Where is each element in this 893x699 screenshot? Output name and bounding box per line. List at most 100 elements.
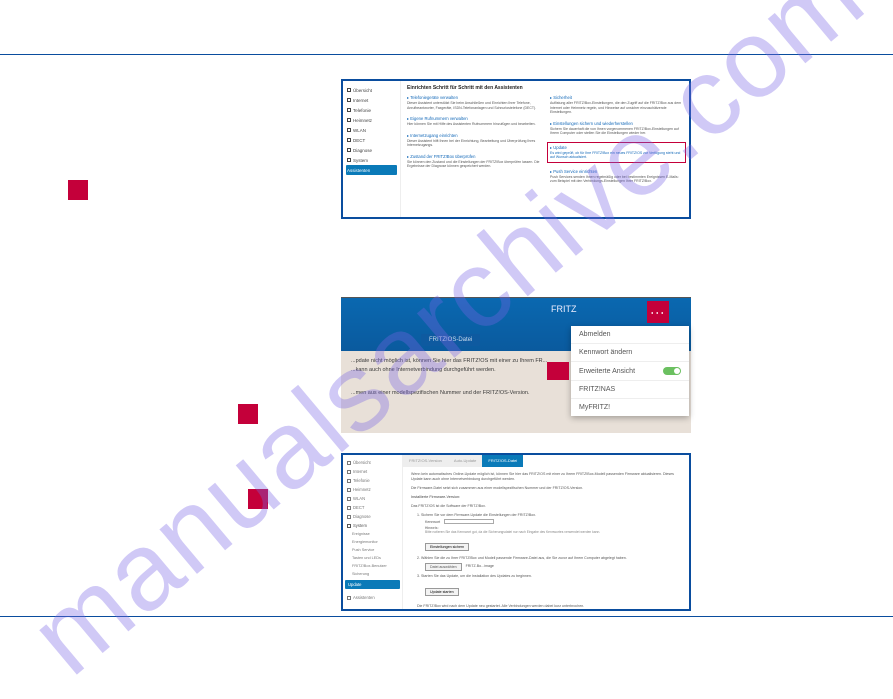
screenshot-wizard-overview: Übersicht Internet Telefonie Heimnetz WL… bbox=[341, 79, 691, 219]
wizard-rufnummern[interactable]: Eigene Rufnummern verwaltenHier können S… bbox=[407, 116, 540, 127]
wizard-desc: Dieser Assistent unterstützt Sie beim An… bbox=[407, 101, 540, 110]
sidebar-item-system[interactable]: System bbox=[346, 155, 397, 165]
sidebar-item-telefonie[interactable]: Telefonie bbox=[346, 105, 397, 115]
wizard-desc: Sichern Sie dauerhaft die von Ihnen vorg… bbox=[550, 127, 683, 136]
sidebar-item-system[interactable]: System bbox=[345, 521, 400, 530]
gear-icon bbox=[347, 158, 351, 162]
sidebar-sub-fritzbox-benutzer[interactable]: FRITZ!Box-Benutzer bbox=[345, 562, 400, 570]
menu-item-label: Abmelden bbox=[579, 331, 611, 338]
wizard-push-service[interactable]: Push Service einrichtenPush Services sen… bbox=[550, 169, 683, 184]
fig1-col-right: SicherheitAuflistung aller FRITZ!Box-Ein… bbox=[550, 95, 683, 190]
menu-item-fritznas[interactable]: FRITZ!NAS bbox=[571, 381, 689, 399]
sidebar-item-diagnose[interactable]: Diagnose bbox=[346, 145, 397, 155]
wizard-internetzugang[interactable]: Internetzugang einrichtenDieser Assisten… bbox=[407, 133, 540, 148]
fig1-col-left: Telefoniegeräte verwaltenDieser Assisten… bbox=[407, 95, 540, 190]
sidebar-item-dect[interactable]: DECT bbox=[345, 503, 400, 512]
kennwort-row: Kennwort bbox=[425, 519, 681, 524]
wizard-desc: Dieser Assistent hilft Ihnen bei der Ein… bbox=[407, 139, 540, 148]
sidebar-item-wlan[interactable]: WLAN bbox=[345, 494, 400, 503]
screenshot-firmware-update: Übersicht Internet Telefonie Heimnetz WL… bbox=[341, 453, 691, 611]
toggle-on-icon[interactable] bbox=[663, 367, 681, 375]
sidebar-item-wlan[interactable]: WLAN bbox=[346, 125, 397, 135]
sidebar-item-label: Heimnetz bbox=[353, 118, 372, 123]
kennwort-input[interactable] bbox=[444, 519, 494, 524]
wizard-desc: Sie können den Zustand und die Einstellu… bbox=[407, 160, 540, 169]
heart-icon bbox=[347, 515, 351, 519]
fig3-sidebar: Übersicht Internet Telefonie Heimnetz WL… bbox=[343, 455, 403, 609]
step-marker-1 bbox=[68, 180, 88, 200]
phone-icon bbox=[347, 479, 351, 483]
einstellungen-sichern-button[interactable]: Einstellungen sichern bbox=[425, 543, 469, 551]
wizard-desc: Auflistung aller FRITZ!Box-Einstellungen… bbox=[550, 101, 683, 115]
wizard-telefoniegeraete[interactable]: Telefoniegeräte verwaltenDieser Assisten… bbox=[407, 95, 540, 110]
step-marker-2 bbox=[238, 404, 258, 424]
sidebar-item-label: Telefonie bbox=[353, 478, 370, 483]
sidebar-item-uebersicht[interactable]: Übersicht bbox=[346, 85, 397, 95]
sidebar-item-diagnose[interactable]: Diagnose bbox=[345, 512, 400, 521]
update-starten-button[interactable]: Update starten bbox=[425, 588, 459, 596]
sidebar-item-assistenten[interactable]: Assistenten bbox=[346, 165, 397, 175]
wizard-zustand[interactable]: Zustand der FRITZ!Box überprüfenSie könn… bbox=[407, 154, 540, 169]
wizard-desc: Es wird geprüft, ob für Ihre FRITZ!Box e… bbox=[550, 151, 683, 160]
menu-item-abmelden[interactable]: Abmelden bbox=[571, 326, 689, 344]
sidebar-sub-tasten-leds[interactable]: Tasten und LEDs bbox=[345, 554, 400, 562]
fig3-step2: 2. Wählen Sie die zu Ihrer FRITZ!Box und… bbox=[417, 556, 681, 560]
sidebar-item-internet[interactable]: Internet bbox=[346, 95, 397, 105]
sidebar-item-label: Diagnose bbox=[353, 514, 371, 519]
sidebar-item-label: Internet bbox=[353, 469, 367, 474]
sidebar-sub-energiemonitor[interactable]: Energiemonitor bbox=[345, 538, 400, 546]
wizard-title: Update bbox=[550, 145, 683, 150]
dect-icon bbox=[347, 506, 351, 510]
house-icon bbox=[347, 488, 351, 492]
sidebar-item-label: Sicherung bbox=[352, 572, 369, 576]
wizard-title: Einstellungen sichern und wiederherstell… bbox=[550, 121, 683, 126]
kennwort-hint: Hinweis:Bitte notieren Sie das Kennwort … bbox=[425, 526, 681, 535]
page-border-top bbox=[0, 54, 893, 55]
sidebar-sub-update-active[interactable]: Update bbox=[345, 580, 400, 589]
heart-icon bbox=[347, 148, 351, 152]
sidebar-sub-ereignisse[interactable]: Ereignisse bbox=[345, 530, 400, 538]
wizard-update-highlighted[interactable]: UpdateEs wird geprüft, ob für Ihre FRITZ… bbox=[547, 142, 686, 163]
sidebar-sub-push-service[interactable]: Push Service bbox=[345, 546, 400, 554]
file-choose-button[interactable]: Datei auswählen bbox=[425, 563, 462, 571]
fig3-intro1: Wenn kein automatisches Online-Update mö… bbox=[411, 472, 681, 482]
home-icon bbox=[347, 461, 351, 465]
dropdown-menu: Abmelden Kennwort ändern Erweiterte Ansi… bbox=[571, 326, 689, 416]
wizard-title: Zustand der FRITZ!Box überprüfen bbox=[407, 154, 540, 159]
tab-fritzos-version[interactable]: FRITZ!OS-Version bbox=[403, 455, 448, 467]
sidebar-item-dect[interactable]: DECT bbox=[346, 135, 397, 145]
menu-item-myfritz[interactable]: MyFRITZ! bbox=[571, 399, 689, 416]
tab-auto-update[interactable]: Auto-Update bbox=[448, 455, 482, 467]
wizard-sicherheit[interactable]: SicherheitAuflistung aller FRITZ!Box-Ein… bbox=[550, 95, 683, 115]
sidebar-item-assistenten[interactable]: Assistenten bbox=[345, 593, 400, 602]
kennwort-label: Kennwort bbox=[425, 520, 440, 524]
sidebar-sub-sicherung[interactable]: Sicherung bbox=[345, 570, 400, 578]
wizard-desc: Push Services senden Ihnen regelmäßig od… bbox=[550, 175, 683, 184]
file-chosen-value: FRITZ.Bo...image bbox=[466, 564, 494, 568]
sidebar-item-label: Heimnetz bbox=[353, 487, 371, 492]
sidebar-item-heimnetz[interactable]: Heimnetz bbox=[346, 115, 397, 125]
home-icon bbox=[347, 88, 351, 92]
installed-firmware-label: Installierte Firmware-Version: bbox=[411, 495, 681, 499]
kebab-menu-icon[interactable]: ⋮ bbox=[656, 306, 660, 319]
sidebar-item-telefonie[interactable]: Telefonie bbox=[345, 476, 400, 485]
fig3-intro2: Die Firmware-Datei setzt sich zusammen a… bbox=[411, 486, 681, 491]
sidebar-item-heimnetz[interactable]: Heimnetz bbox=[345, 485, 400, 494]
sidebar-item-label: Übersicht bbox=[353, 460, 371, 465]
wizard-title: Sicherheit bbox=[550, 95, 683, 100]
wifi-icon bbox=[347, 128, 351, 132]
menu-item-kennwort-aendern[interactable]: Kennwort ändern bbox=[571, 344, 689, 362]
sidebar-item-label: Diagnose bbox=[353, 148, 372, 153]
wizard-desc: Hier können Sie mit Hilfe des Assistente… bbox=[407, 122, 540, 127]
tab-fritzos-datei[interactable]: FRITZ!OS-Datei bbox=[421, 334, 480, 346]
fig3-step1: 1. Sichern Sie vor dem Firmware-Update d… bbox=[417, 513, 681, 517]
menu-item-erweiterte-ansicht[interactable]: Erweiterte Ansicht bbox=[571, 362, 689, 381]
kebab-menu-highlight: ⋮ bbox=[647, 301, 669, 323]
fig1-sidebar: Übersicht Internet Telefonie Heimnetz WL… bbox=[343, 81, 401, 217]
sidebar-item-internet[interactable]: Internet bbox=[345, 467, 400, 476]
wizard-einstellungen-sichern[interactable]: Einstellungen sichern und wiederherstell… bbox=[550, 121, 683, 136]
sidebar-item-uebersicht[interactable]: Übersicht bbox=[345, 458, 400, 467]
sidebar-item-label: Energiemonitor bbox=[352, 540, 378, 544]
sidebar-item-label: Internet bbox=[353, 98, 368, 103]
tab-fritzos-datei[interactable]: FRITZ!OS-Datei bbox=[482, 455, 523, 467]
